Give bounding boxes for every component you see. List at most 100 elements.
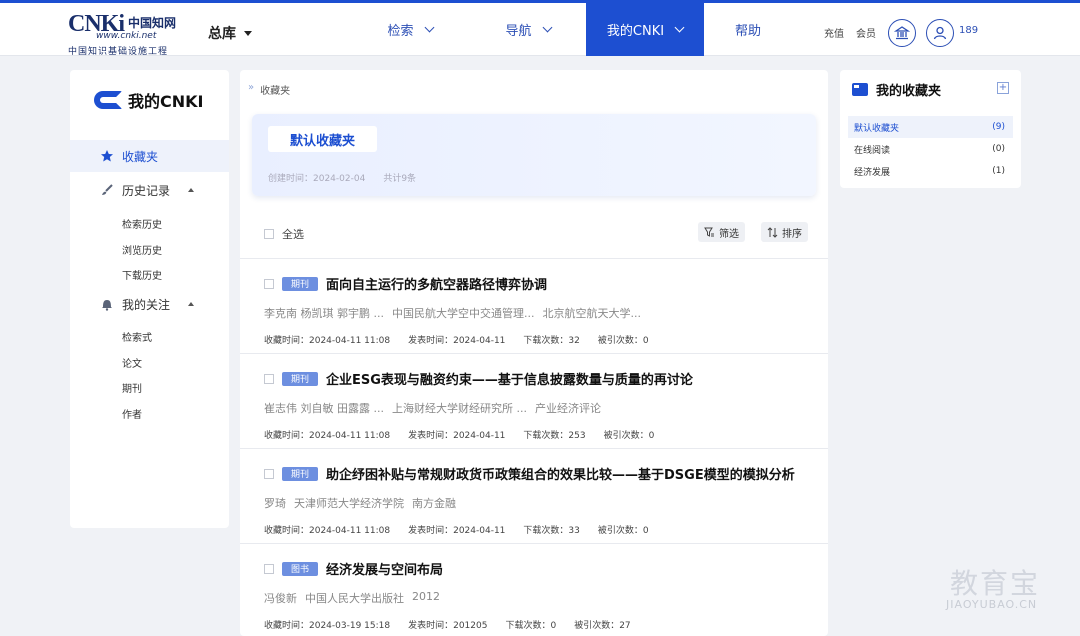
item-title[interactable]: 面向自主运行的多航空器路径博弈协调 (326, 274, 547, 293)
filter-label: 筛选 (719, 228, 739, 240)
watermark: 教育宝 JIAOYUBAO.CN (920, 560, 1060, 620)
main-panel: » 收藏夹 默认收藏夹 创建时间：2024-02-04 共计9条 全选 筛选 排… (240, 70, 828, 636)
list-toolbar: 全选 筛选 排序 (240, 220, 828, 256)
user-avatar-button[interactable] (926, 19, 954, 47)
nav-help[interactable]: 帮助 (718, 3, 778, 56)
item-authors[interactable]: 李克南 杨凯琪 郭宇鹏 ... (264, 305, 384, 321)
list-item: 期刊 企业ESG表现与融资约束——基于信息披露数量与质量的再讨论 崔志伟 刘自敏… (240, 353, 828, 447)
item-cited: 被引次数：0 (597, 526, 649, 536)
type-badge: 期刊 (282, 371, 318, 386)
list-item: 期刊 面向自主运行的多航空器路径博弈协调 李克南 杨凯琪 郭宇鹏 ... 中国民… (240, 258, 828, 352)
nav-my-cnki-label: 我的CNKI (606, 24, 665, 39)
item-downloads: 下载次数：0 (505, 621, 557, 631)
item-downloads: 下载次数：32 (523, 336, 580, 346)
sidebar-sub-journals[interactable]: 期刊 (122, 380, 142, 395)
item-source[interactable]: 2012 (412, 590, 440, 606)
sidebar-sub-papers[interactable]: 论文 (122, 355, 142, 370)
nav-my-cnki[interactable]: 我的CNKI (586, 3, 704, 56)
cnki-logo[interactable]: CNKi 中国知网 www.cnki.net 中国知识基础设施工程 (68, 11, 192, 57)
folder-row-name: 经济发展 (854, 167, 891, 178)
sidebar-sub-search-history[interactable]: 检索历史 (122, 216, 162, 231)
folder-row[interactable]: 经济发展 (1) (848, 160, 1013, 182)
watermark-en: JIAOYUBAO.CN (946, 598, 1038, 611)
nav-search-label: 检索 (387, 24, 414, 39)
folder-name: 默认收藏夹 (268, 126, 378, 152)
chevron-down-icon (674, 22, 685, 33)
sidebar-item-favorites[interactable]: 收藏夹 (70, 140, 229, 172)
library-selector[interactable]: 总库 (208, 23, 252, 43)
item-authors[interactable]: 冯俊新 (264, 590, 297, 606)
filter-icon (704, 227, 714, 237)
item-title[interactable]: 助企纾困补贴与常规财政货币政策组合的效果比较——基于DSGE模型的模拟分析 (326, 464, 795, 483)
double-arrow-icon: » (248, 82, 255, 93)
my-folders-panel: 我的收藏夹 + 默认收藏夹 (9) 在线阅读 (0) 经济发展 (1) (840, 70, 1021, 188)
folder-row[interactable]: 默认收藏夹 (9) (848, 116, 1013, 138)
folder-row-count: (0) (992, 144, 1005, 154)
sidebar-sub-browse-history[interactable]: 浏览历史 (122, 242, 162, 257)
sidebar-item-follow[interactable]: 我的关注 (70, 288, 229, 320)
item-cited: 被引次数：0 (597, 336, 649, 346)
sort-label: 排序 (782, 228, 802, 240)
nav-search[interactable]: 检索 (360, 3, 460, 56)
folder-meta: 创建时间：2024-02-04 共计9条 (268, 171, 416, 184)
item-published: 发表时间：2024-04-11 (408, 526, 506, 536)
sort-icon (767, 226, 778, 238)
filter-button[interactable]: 筛选 (698, 222, 745, 242)
type-badge: 期刊 (282, 276, 318, 291)
select-all[interactable]: 全选 (264, 226, 304, 242)
collapse-up-icon (188, 302, 195, 306)
my-cnki-brand: 我的CNKI (94, 88, 204, 112)
sidebar-item-history[interactable]: 历史记录 (70, 174, 229, 206)
caret-down-icon (244, 30, 252, 36)
item-checkbox[interactable] (264, 373, 274, 384)
institution-button[interactable] (888, 19, 916, 47)
top-bar: CNKi 中国知网 www.cnki.net 中国知识基础设施工程 总库 检索 … (0, 0, 1080, 57)
sidebar-sub-search-expr[interactable]: 检索式 (122, 329, 152, 344)
item-title[interactable]: 企业ESG表现与融资约束——基于信息披露数量与质量的再讨论 (326, 369, 693, 388)
folder-row-name: 默认收藏夹 (854, 123, 900, 134)
nav-navigate[interactable]: 导航 (478, 3, 578, 56)
sort-button[interactable]: 排序 (761, 222, 808, 242)
sidebar-sub-authors[interactable]: 作者 (122, 406, 142, 421)
add-folder-button[interactable]: + (997, 82, 1009, 94)
item-authors[interactable]: 崔志伟 刘自敏 田露露 ... (264, 400, 384, 416)
item-checkbox[interactable] (264, 278, 274, 289)
nav-help-label: 帮助 (734, 24, 761, 39)
select-all-checkbox[interactable] (264, 229, 274, 239)
item-source[interactable]: 北京航空航天大学... (542, 305, 641, 321)
item-collected: 收藏时间：2024-04-11 11:08 (264, 526, 391, 536)
star-icon (101, 150, 113, 162)
institution-icon (894, 26, 910, 40)
folder-icon (852, 83, 868, 96)
item-source[interactable]: 产业经济评论 (535, 400, 601, 416)
chevron-down-icon (542, 22, 552, 33)
sidebar-item-label: 我的关注 (122, 297, 171, 312)
breadcrumb: » 收藏夹 (248, 82, 290, 97)
item-published: 发表时间：201205 (408, 621, 488, 631)
history-brush-icon (102, 184, 113, 195)
item-title[interactable]: 经济发展与空间布局 (326, 559, 443, 578)
user-count[interactable]: 189 (959, 25, 978, 36)
folder-row[interactable]: 在线阅读 (0) (848, 138, 1013, 160)
member-link[interactable]: 会员 (856, 25, 876, 40)
folder-card: 默认收藏夹 创建时间：2024-02-04 共计9条 (252, 114, 816, 196)
folders-header: 我的收藏夹 (852, 80, 941, 99)
cnki-c-icon (94, 91, 122, 109)
recharge-link[interactable]: 充值 (824, 25, 844, 40)
item-org[interactable]: 天津师范大学经济学院 (294, 495, 404, 511)
breadcrumb-current[interactable]: 收藏夹 (260, 82, 290, 97)
item-checkbox[interactable] (264, 468, 274, 479)
item-checkbox[interactable] (264, 563, 274, 574)
item-org[interactable]: 上海财经大学财经研究所 ... (392, 400, 527, 416)
item-authors[interactable]: 罗琦 (264, 495, 286, 511)
item-published: 发表时间：2024-04-11 (408, 336, 506, 346)
item-org[interactable]: 中国人民大学出版社 (305, 590, 404, 606)
chevron-down-icon (424, 22, 434, 33)
watermark-cn: 教育宝 (950, 567, 1041, 600)
logo-chinese: 中国知网 (128, 16, 177, 30)
library-label: 总库 (208, 26, 236, 42)
item-org[interactable]: 中国民航大学空中交通管理... (392, 305, 535, 321)
item-collected: 收藏时间：2024-04-11 11:08 (264, 431, 391, 441)
item-source[interactable]: 南方金融 (412, 495, 456, 511)
sidebar-sub-download-history[interactable]: 下载历史 (122, 267, 162, 282)
